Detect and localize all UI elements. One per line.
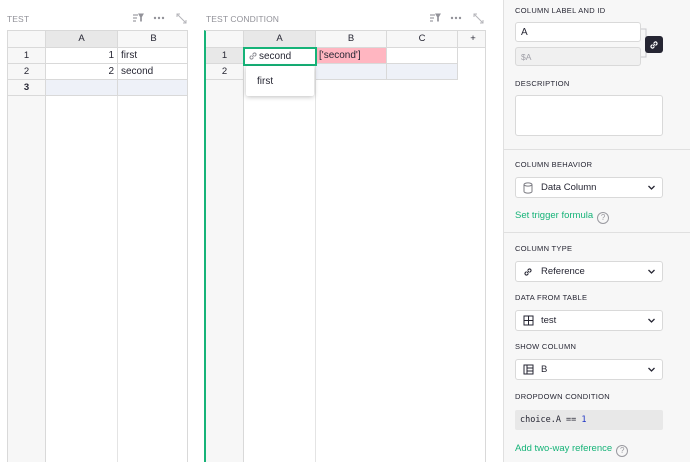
test-condition-grid: A B C + 1 ['second'] 2 second first xyxy=(204,30,486,462)
link-icon xyxy=(522,266,534,278)
cell-c1[interactable] xyxy=(387,48,458,64)
show-column-value: B xyxy=(541,364,548,375)
help-icon[interactable]: ? xyxy=(616,445,629,457)
set-trigger-formula-label: Set trigger formula xyxy=(515,210,594,221)
chevron-down-icon xyxy=(648,269,655,274)
table-icon xyxy=(522,315,534,327)
grid-corner[interactable] xyxy=(8,31,46,48)
link-icon xyxy=(248,51,258,64)
add-two-way-reference-label: Add two-way reference xyxy=(515,443,613,454)
data-from-table-heading: DATA FROM TABLE xyxy=(515,293,588,302)
dropdown-condition-heading: DROPDOWN CONDITION xyxy=(515,392,610,401)
test-grid: A B 1 1 first 2 2 second 3 xyxy=(7,30,188,462)
row-number[interactable]: 2 xyxy=(8,64,46,80)
column-header-a[interactable]: A xyxy=(46,31,118,48)
widget-title: TEST xyxy=(7,14,30,24)
add-column-button[interactable]: + xyxy=(458,31,485,48)
column-icon xyxy=(522,364,534,376)
row-number[interactable]: 1 xyxy=(8,48,46,64)
divider xyxy=(504,149,690,150)
row-number-column xyxy=(206,31,244,462)
active-cell-a1[interactable]: second xyxy=(243,47,317,66)
add-row-cell-b[interactable] xyxy=(316,64,387,80)
chevron-down-icon xyxy=(648,185,655,190)
expand-icon[interactable] xyxy=(471,11,485,25)
widget-title: TEST CONDITION xyxy=(206,14,280,24)
description-textarea[interactable] xyxy=(515,95,663,136)
test-widget: TEST A B 1 1 first 2 2 second 3 xyxy=(0,0,190,462)
condition-value: 1 xyxy=(581,415,587,425)
column-label-input[interactable]: A xyxy=(515,22,641,42)
widget-header: TEST CONDITION xyxy=(199,0,499,30)
row-number[interactable]: 1 xyxy=(206,48,244,64)
data-from-table-select[interactable]: test xyxy=(515,310,663,331)
data-from-table-value: test xyxy=(541,315,557,326)
description-heading: DESCRIPTION xyxy=(515,79,570,88)
grid-corner[interactable] xyxy=(206,31,244,48)
cell-b1[interactable]: first xyxy=(118,48,187,64)
cell-a1[interactable]: 1 xyxy=(46,48,118,64)
cell-b2[interactable]: second xyxy=(118,64,187,80)
test-condition-widget: TEST CONDITION A B C + 1 ['second'] 2 se… xyxy=(199,0,499,462)
column-behavior-value: Data Column xyxy=(541,182,597,193)
dropdown-option[interactable]: first xyxy=(257,76,273,87)
add-row-cell-b[interactable] xyxy=(118,80,187,96)
chevron-down-icon xyxy=(648,318,655,323)
database-icon xyxy=(522,181,534,194)
creator-panel: COLUMN LABEL AND ID A $A DESCRIPTION COL… xyxy=(503,0,690,462)
divider xyxy=(504,232,690,233)
show-column-heading: SHOW COLUMN xyxy=(515,342,577,351)
show-column-select[interactable]: B xyxy=(515,359,663,380)
column-type-value: Reference xyxy=(541,266,585,277)
column-header-b[interactable]: B xyxy=(316,31,387,48)
link-icon xyxy=(650,40,658,49)
reference-dropdown: first xyxy=(246,66,314,96)
column-header-a[interactable]: A xyxy=(244,31,316,48)
column-header-b[interactable]: B xyxy=(118,31,187,48)
help-icon[interactable]: ? xyxy=(597,212,610,224)
condition-expression: choice.A == xyxy=(520,415,582,425)
more-icon[interactable] xyxy=(152,11,166,25)
cell-a2[interactable]: 2 xyxy=(46,64,118,80)
column-behavior-heading: COLUMN BEHAVIOR xyxy=(515,160,593,169)
row-number[interactable]: 2 xyxy=(206,64,244,80)
add-row-cell-a[interactable] xyxy=(46,80,118,96)
dropdown-condition-editor[interactable]: choice.A == 1 xyxy=(515,410,663,430)
column-header-c[interactable]: C xyxy=(387,31,458,48)
sort-filter-icon[interactable] xyxy=(131,11,145,25)
sort-filter-icon[interactable] xyxy=(428,11,442,25)
column-label-heading: COLUMN LABEL AND ID xyxy=(515,6,606,15)
link-id-button[interactable] xyxy=(645,36,663,53)
cell-a1-value: second xyxy=(259,51,292,62)
chevron-down-icon xyxy=(648,367,655,372)
expand-icon[interactable] xyxy=(174,11,188,25)
set-trigger-formula-link[interactable]: Set trigger formula? xyxy=(515,210,610,224)
add-two-way-reference-link[interactable]: Add two-way reference? xyxy=(515,443,629,457)
widget-header: TEST xyxy=(0,0,190,30)
column-type-heading: COLUMN TYPE xyxy=(515,244,573,253)
more-icon[interactable] xyxy=(449,11,463,25)
add-row-cell-c[interactable] xyxy=(387,64,458,80)
column-type-select[interactable]: Reference xyxy=(515,261,663,282)
add-row-number[interactable]: 3 xyxy=(8,80,46,96)
column-behavior-select[interactable]: Data Column xyxy=(515,177,663,198)
cell-b1-error[interactable]: ['second'] xyxy=(316,48,387,64)
column-id-input[interactable]: $A xyxy=(515,47,641,66)
